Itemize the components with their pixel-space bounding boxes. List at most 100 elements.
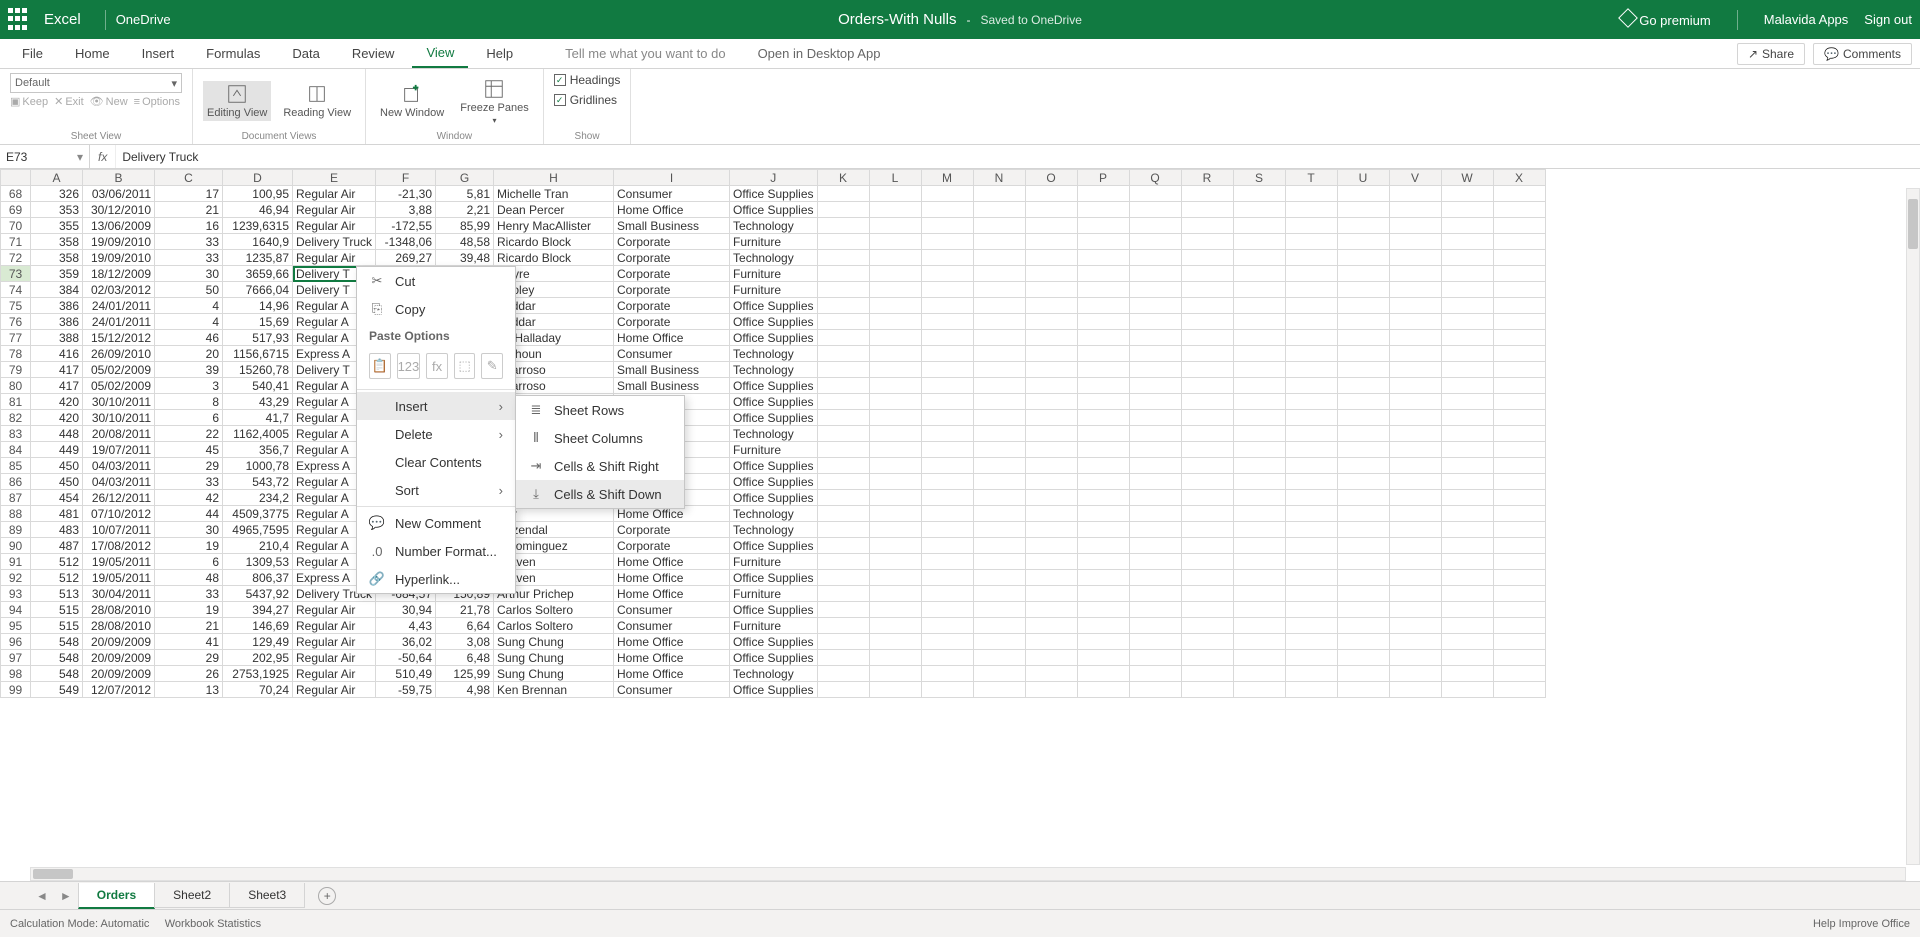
cell[interactable] (1285, 282, 1337, 298)
cell[interactable] (1493, 234, 1545, 250)
cell[interactable]: 18/12/2009 (83, 266, 155, 282)
cell[interactable] (1389, 682, 1441, 698)
ctx-delete[interactable]: Delete› (357, 420, 515, 448)
row-header[interactable]: 98 (1, 666, 31, 682)
cell[interactable] (1337, 282, 1389, 298)
cell[interactable]: -50,64 (376, 650, 436, 666)
cell[interactable] (1389, 266, 1441, 282)
cell[interactable] (817, 250, 869, 266)
cell[interactable]: Regular Air (293, 650, 376, 666)
spreadsheet-grid[interactable]: ABCDEFGHIJKLMNOPQRSTUVWX 6832603/06/2011… (0, 169, 1920, 698)
cell[interactable] (1233, 282, 1285, 298)
cell[interactable] (921, 282, 973, 298)
cell[interactable] (1129, 442, 1181, 458)
cell[interactable]: 30 (155, 266, 223, 282)
cell[interactable] (921, 618, 973, 634)
cell[interactable]: 386 (31, 298, 83, 314)
row-header[interactable]: 78 (1, 346, 31, 362)
cell[interactable] (1233, 378, 1285, 394)
cell[interactable] (1233, 554, 1285, 570)
row-header[interactable]: 80 (1, 378, 31, 394)
cell[interactable] (1181, 554, 1233, 570)
add-sheet-button[interactable]: + (318, 887, 336, 905)
cell[interactable] (1129, 186, 1181, 202)
ctx-copy[interactable]: ⎘Copy (357, 295, 515, 323)
cell[interactable] (1181, 522, 1233, 538)
cell[interactable]: 4,98 (436, 682, 494, 698)
cell[interactable]: 416 (31, 346, 83, 362)
cell[interactable]: 20/09/2009 (83, 666, 155, 682)
col-header-F[interactable]: F (376, 170, 436, 186)
cell[interactable]: 30/10/2011 (83, 394, 155, 410)
cell[interactable] (869, 602, 921, 618)
cell[interactable] (1285, 346, 1337, 362)
cell[interactable]: 7666,04 (223, 282, 293, 298)
cell[interactable] (1441, 538, 1493, 554)
cell[interactable]: Regular Air (293, 250, 376, 266)
cell[interactable] (1493, 186, 1545, 202)
cell[interactable] (1233, 298, 1285, 314)
cell[interactable] (1389, 666, 1441, 682)
cell[interactable]: 448 (31, 426, 83, 442)
cell[interactable]: Consumer (614, 186, 730, 202)
cell[interactable] (1285, 410, 1337, 426)
cell[interactable] (869, 394, 921, 410)
cell[interactable]: 394,27 (223, 602, 293, 618)
cell[interactable]: 386 (31, 314, 83, 330)
cell[interactable] (1233, 506, 1285, 522)
tab-formulas[interactable]: Formulas (192, 40, 274, 67)
cell[interactable]: 85,99 (436, 218, 494, 234)
cell[interactable] (1025, 362, 1077, 378)
cell[interactable] (1181, 410, 1233, 426)
cell[interactable] (817, 682, 869, 698)
cell[interactable] (1441, 474, 1493, 490)
cell[interactable] (869, 442, 921, 458)
cell[interactable] (1129, 282, 1181, 298)
cell[interactable]: Office Supplies (730, 538, 818, 554)
cell[interactable] (1389, 426, 1441, 442)
cell[interactable] (1129, 218, 1181, 234)
cell[interactable] (1233, 330, 1285, 346)
cell[interactable] (869, 618, 921, 634)
row-header[interactable]: 85 (1, 458, 31, 474)
cell[interactable] (817, 266, 869, 282)
cell[interactable] (1181, 634, 1233, 650)
cell[interactable] (817, 538, 869, 554)
cell[interactable] (1025, 650, 1077, 666)
cell[interactable]: Office Supplies (730, 298, 818, 314)
cell[interactable]: 29 (155, 650, 223, 666)
cell[interactable] (1181, 666, 1233, 682)
cell[interactable]: Home Office (614, 650, 730, 666)
tab-review[interactable]: Review (338, 40, 409, 67)
cell[interactable] (1337, 634, 1389, 650)
cell[interactable] (1025, 538, 1077, 554)
cell[interactable] (1077, 346, 1129, 362)
cell[interactable]: 14,96 (223, 298, 293, 314)
cell[interactable] (1493, 202, 1545, 218)
cell[interactable] (973, 282, 1025, 298)
cell[interactable] (1181, 682, 1233, 698)
cell[interactable] (817, 506, 869, 522)
cell[interactable]: 356,7 (223, 442, 293, 458)
cell[interactable] (1077, 650, 1129, 666)
cell[interactable] (1389, 282, 1441, 298)
cell[interactable]: 3,88 (376, 202, 436, 218)
col-header-W[interactable]: W (1441, 170, 1493, 186)
cell[interactable] (1493, 538, 1545, 554)
cell[interactable] (1077, 474, 1129, 490)
cell[interactable] (1233, 458, 1285, 474)
cell[interactable] (869, 202, 921, 218)
cell[interactable] (1389, 586, 1441, 602)
cell[interactable] (1441, 442, 1493, 458)
cell[interactable] (1337, 506, 1389, 522)
cell[interactable] (817, 458, 869, 474)
cell[interactable] (1025, 234, 1077, 250)
cell[interactable] (1129, 266, 1181, 282)
cell[interactable] (1337, 202, 1389, 218)
cell[interactable] (1233, 682, 1285, 698)
cell[interactable]: 510,49 (376, 666, 436, 682)
cell[interactable] (1129, 298, 1181, 314)
cell[interactable]: -21,30 (376, 186, 436, 202)
cell[interactable] (1441, 602, 1493, 618)
ctx-cut[interactable]: ✂Cut (357, 267, 515, 295)
